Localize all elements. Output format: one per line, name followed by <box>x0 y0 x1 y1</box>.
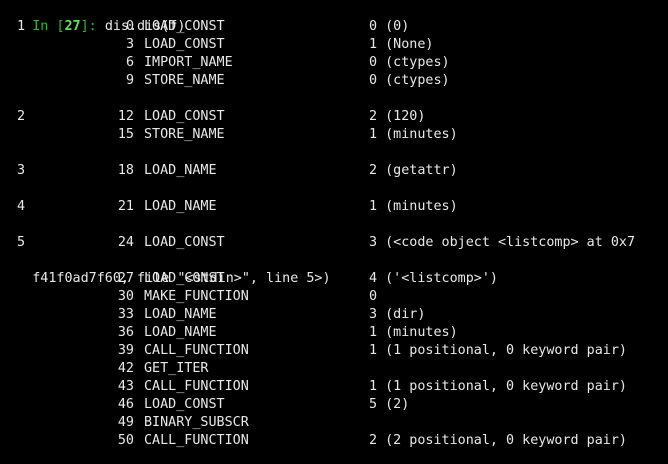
bytecode-offset: 30 <box>117 289 134 304</box>
opcode-name: LOAD_CONST <box>144 397 225 412</box>
disasm-row: 15 STORE_NAME 1 (minutes) <box>0 126 458 144</box>
bytecode-offset: 0 <box>125 19 134 34</box>
disasm-row: 43 CALL_FUNCTION 1 (1 positional, 0 keyw… <box>0 378 627 396</box>
opcode-argument: 0 (ctypes) <box>369 73 450 88</box>
opcode-argument: 1 (1 positional, 0 keyword pair) <box>369 379 627 394</box>
bytecode-offset: 15 <box>117 127 134 142</box>
disasm-row: 49 BINARY_SUBSCR <box>0 414 249 432</box>
opcode-name: BINARY_SUBSCR <box>144 415 249 430</box>
opcode-name: CALL_FUNCTION <box>144 343 249 358</box>
bytecode-offset: 49 <box>117 415 134 430</box>
disasm-row: 2 12 LOAD_CONST 2 (120) <box>0 108 425 126</box>
opcode-name: STORE_NAME <box>144 73 225 88</box>
opcode-argument: 1 (minutes) <box>369 199 458 214</box>
opcode-argument: 3 (dir) <box>369 307 426 322</box>
disasm-row: 3 18 LOAD_NAME 2 (getattr) <box>0 162 458 180</box>
bytecode-offset: 9 <box>125 73 134 88</box>
bytecode-offset: 39 <box>117 343 134 358</box>
disasm-row: 3 LOAD_CONST 1 (None) <box>0 36 434 54</box>
opcode-name: CALL_FUNCTION <box>144 433 249 448</box>
bytecode-offset: 12 <box>117 109 134 124</box>
opcode-name: STORE_NAME <box>144 127 225 142</box>
opcode-argument: 1 (None) <box>369 37 434 52</box>
opcode-name: LOAD_CONST <box>144 271 225 286</box>
opcode-argument: 3 (<code object <listcomp> at 0x7 <box>369 235 636 250</box>
disasm-row: 1 0 LOAD_CONST 0 (0) <box>0 18 409 36</box>
bytecode-offset: 6 <box>125 55 134 70</box>
terminal-window[interactable]: In [27]: dis.dis(f) 1 0 LOAD_CONST 0 (0)… <box>0 0 668 464</box>
opcode-name: IMPORT_NAME <box>144 55 233 70</box>
opcode-argument: 1 (minutes) <box>369 325 458 340</box>
opcode-argument: 1 (1 positional, 0 keyword pair) <box>369 343 627 358</box>
disasm-wrapped-line: f41f0ad7f60, file "<stdin>", line 5>) <box>0 252 330 286</box>
opcode-name: LOAD_NAME <box>144 325 217 340</box>
disasm-row: 5 24 LOAD_CONST 3 (<code object <listcom… <box>0 234 635 252</box>
disasm-row: 30 MAKE_FUNCTION 0 <box>0 288 377 306</box>
bytecode-offset: 36 <box>117 325 134 340</box>
bytecode-offset: 33 <box>117 307 134 322</box>
opcode-argument: 1 (minutes) <box>369 127 458 142</box>
opcode-argument: 0 <box>369 289 378 304</box>
bytecode-offset: 46 <box>117 397 134 412</box>
opcode-name: LOAD_NAME <box>144 199 217 214</box>
bytecode-offset: 50 <box>117 433 134 448</box>
opcode-argument: 0 (0) <box>369 19 410 34</box>
disasm-row: 42 GET_ITER <box>0 360 209 378</box>
disasm-row: 27 LOAD_CONST 4 ('<listcomp>') <box>0 270 498 288</box>
opcode-argument: 5 (2) <box>369 397 410 412</box>
bytecode-offset: 21 <box>117 199 134 214</box>
opcode-name: MAKE_FUNCTION <box>144 289 249 304</box>
opcode-name: LOAD_CONST <box>144 109 225 124</box>
opcode-name: LOAD_NAME <box>144 307 217 322</box>
bytecode-offset: 18 <box>117 163 134 178</box>
bytecode-offset: 3 <box>125 37 134 52</box>
disasm-row: 50 CALL_FUNCTION 2 (2 positional, 0 keyw… <box>0 432 627 450</box>
opcode-name: LOAD_CONST <box>144 235 225 250</box>
bytecode-offset: 27 <box>117 271 134 286</box>
disasm-row: 46 LOAD_CONST 5 (2) <box>0 396 409 414</box>
bytecode-offset: 43 <box>117 379 134 394</box>
disasm-row: 39 CALL_FUNCTION 1 (1 positional, 0 keyw… <box>0 342 627 360</box>
disasm-row: 33 LOAD_NAME 3 (dir) <box>0 306 426 324</box>
opcode-name: CALL_FUNCTION <box>144 379 249 394</box>
opcode-name: LOAD_CONST <box>144 19 225 34</box>
opcode-argument: 4 ('<listcomp>') <box>369 271 498 286</box>
disasm-row: 36 LOAD_NAME 1 (minutes) <box>0 324 458 342</box>
opcode-argument: 2 (2 positional, 0 keyword pair) <box>369 433 627 448</box>
bytecode-offset: 24 <box>117 235 134 250</box>
opcode-name: LOAD_NAME <box>144 163 217 178</box>
opcode-argument: 2 (120) <box>369 109 426 124</box>
disasm-row: 6 IMPORT_NAME 0 (ctypes) <box>0 54 450 72</box>
opcode-argument: 2 (getattr) <box>369 163 458 178</box>
disasm-row: 4 21 LOAD_NAME 1 (minutes) <box>0 198 458 216</box>
disasm-row: 9 STORE_NAME 0 (ctypes) <box>0 72 450 90</box>
opcode-name: LOAD_CONST <box>144 37 225 52</box>
opcode-name: GET_ITER <box>144 361 209 376</box>
bytecode-offset: 42 <box>117 361 134 376</box>
opcode-argument: 0 (ctypes) <box>369 55 450 70</box>
prompt-line: In [27]: dis.dis(f) <box>0 0 185 34</box>
